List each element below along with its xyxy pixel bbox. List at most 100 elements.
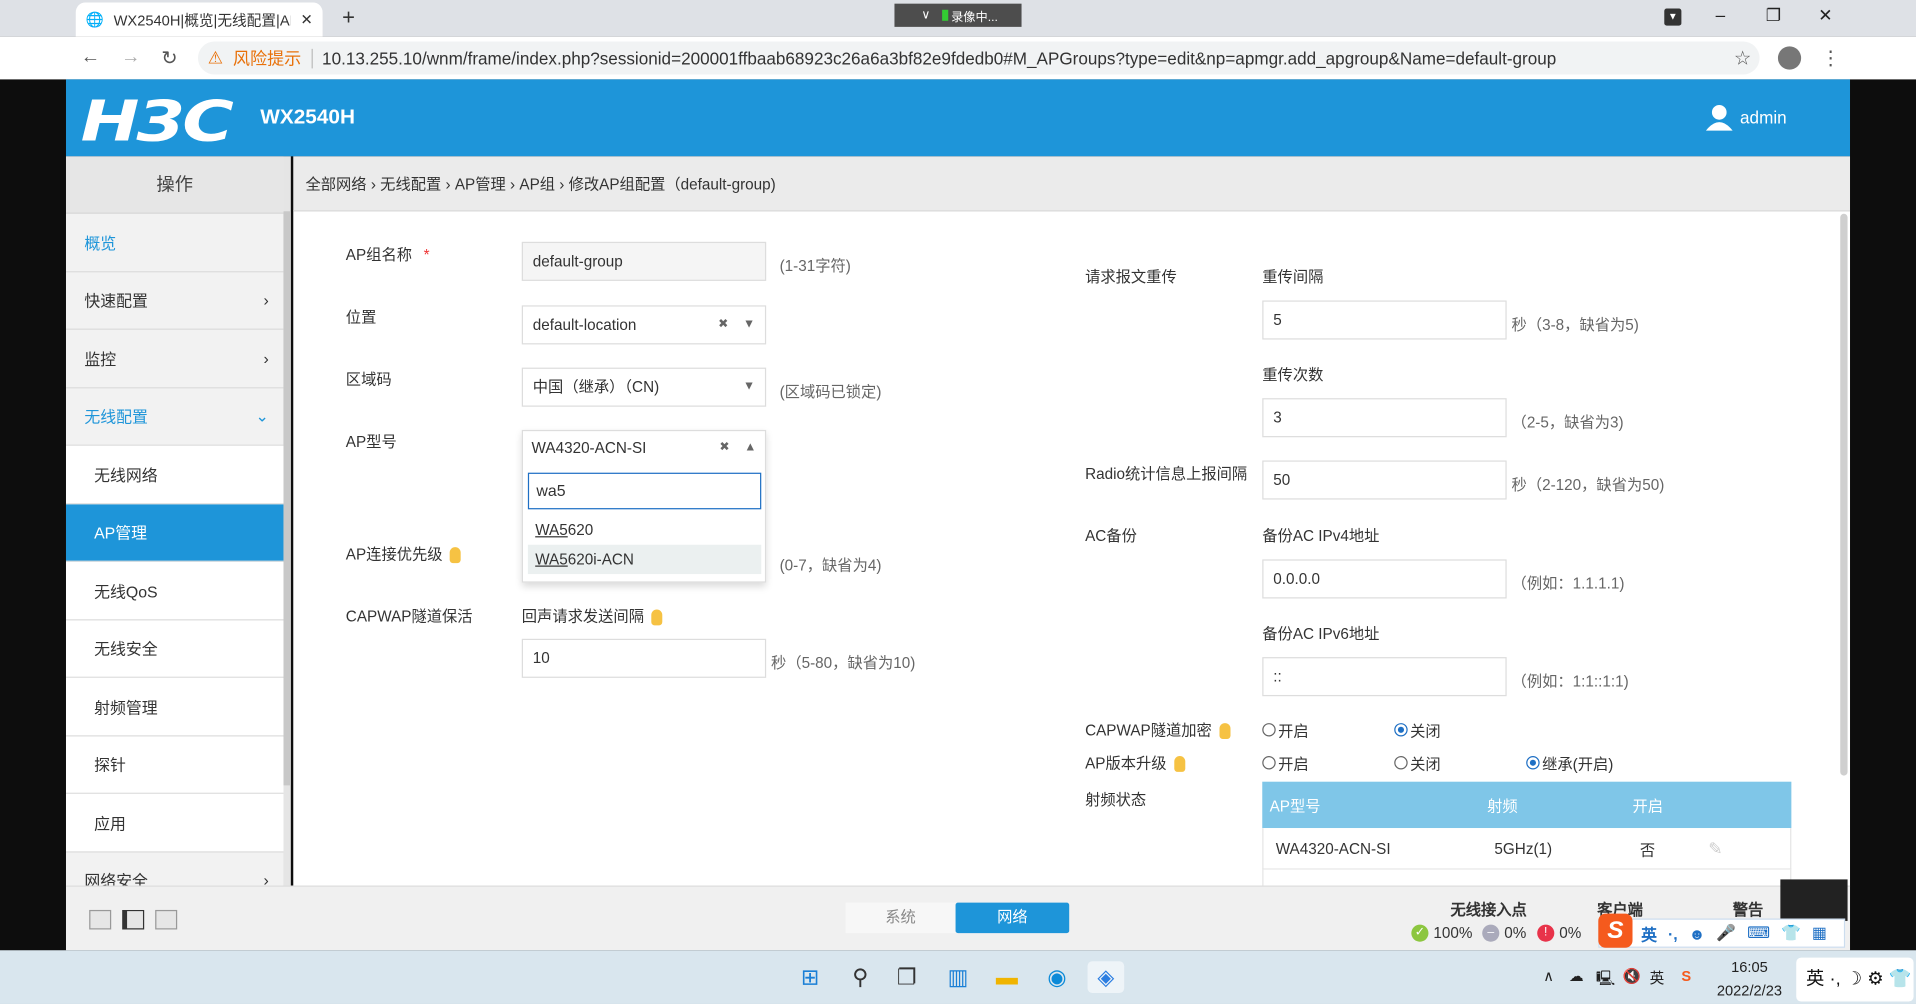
ime-status-box[interactable]: 英 ·, ☽ ⚙ 👕	[1796, 957, 1914, 1002]
ap-model-search-input[interactable]: wa5	[527, 472, 762, 510]
ime-toolbar[interactable]: 英 ·, ☻ 🎤 ⌨ 👕 ▦	[1598, 918, 1846, 948]
onedrive-icon[interactable]: ☁	[1569, 967, 1584, 984]
upgrade-on-radio[interactable]: 开启	[1262, 751, 1309, 774]
tray-chevron-icon[interactable]: ∧	[1543, 967, 1554, 984]
sidebar-item-overview[interactable]: 概览	[65, 214, 284, 272]
back-icon[interactable]: ←	[81, 46, 101, 68]
breadcrumb-item[interactable]: AP管理	[455, 176, 506, 193]
edge-icon[interactable]: ◉	[1041, 961, 1073, 993]
breadcrumb-item[interactable]: 无线配置	[380, 176, 441, 193]
close-window-icon[interactable]: ✕	[1818, 5, 1832, 26]
url-bar[interactable]: ⚠ 风险提示 10.13.255.10/wnm/frame/index.php?…	[197, 41, 1760, 75]
speaker-muted-icon[interactable]: 🔇	[1623, 967, 1641, 984]
retrans-count-input[interactable]: 3	[1262, 398, 1507, 438]
sidebar-item-application[interactable]: 应用	[65, 793, 284, 852]
sidebar-item-wireless-network[interactable]: 无线网络	[65, 445, 284, 504]
layout-full-icon[interactable]	[155, 909, 178, 930]
sidebar-item-wireless-qos[interactable]: 无线QoS	[65, 561, 284, 620]
task-view-icon[interactable]: ❐	[891, 961, 923, 993]
dropdown-arrow-icon[interactable]: ▼	[743, 369, 755, 406]
file-explorer-icon[interactable]: ▬	[991, 961, 1023, 993]
search-icon[interactable]: ⚲	[844, 961, 876, 993]
location-select[interactable]: default-location ✖ ▼	[521, 305, 767, 345]
tip-bulb-icon[interactable]	[651, 609, 663, 626]
sidebar-item-quick-config[interactable]: 快速配置 ›	[65, 272, 284, 330]
sidebar-scrollbar[interactable]	[283, 156, 291, 886]
cell-model: WA4320-ACN-SI	[1275, 839, 1391, 857]
keepalive-sublabel: 回声请求发送间隔	[522, 603, 663, 626]
tip-bulb-icon[interactable]	[449, 547, 461, 564]
url-text[interactable]: 10.13.255.10/wnm/frame/index.php?session…	[322, 48, 1556, 68]
layout-split-icon[interactable]	[89, 909, 112, 930]
sogou-logo-icon[interactable]: S	[1598, 913, 1633, 948]
tip-bulb-icon[interactable]	[1173, 756, 1185, 773]
forward-icon[interactable]: →	[121, 46, 141, 68]
close-tab-icon[interactable]: ✕	[301, 11, 313, 28]
sidebar-item-monitor[interactable]: 监控 ›	[65, 330, 284, 388]
retrans-label: 请求报文重传	[1085, 268, 1177, 286]
security-warning[interactable]: 风险提示	[233, 46, 301, 70]
backup-ipv4-input[interactable]: 0.0.0.0	[1262, 559, 1507, 599]
input-lang-icon[interactable]: 英	[1650, 967, 1665, 988]
sidebar-item-probe[interactable]: 探针	[65, 735, 284, 794]
tab-system[interactable]: 系统	[845, 902, 956, 934]
ap-fault-stat[interactable]: ! 0%	[1537, 924, 1581, 942]
sidebar-item-ap-management[interactable]: AP管理	[65, 503, 284, 562]
profile-icon[interactable]	[1777, 46, 1802, 70]
sidebar-item-radio-management[interactable]: 射频管理	[65, 677, 284, 736]
keepalive-interval-input[interactable]: 10	[521, 638, 767, 678]
sogou-tray-icon[interactable]: S	[1681, 967, 1691, 984]
new-tab-button[interactable]: +	[342, 5, 355, 31]
group-name-input[interactable]: default-group	[521, 241, 767, 281]
network-icon[interactable]: 🖳	[1596, 967, 1616, 993]
layout-sidebar-icon[interactable]	[122, 909, 145, 930]
browser-tab[interactable]: 🌐 WX2540H|概览|无线配置|AP ✕	[75, 2, 323, 37]
minimize-icon[interactable]: –	[1716, 5, 1726, 25]
ipv6-label: 备份AC IPv6地址	[1262, 625, 1380, 643]
active-app-icon[interactable]: ◈	[1087, 961, 1125, 993]
tip-bulb-icon[interactable]	[1219, 723, 1231, 740]
encrypt-on-radio[interactable]: 开启	[1262, 718, 1309, 741]
sidebar-item-wireless-config[interactable]: 无线配置 ⌄	[65, 388, 284, 446]
tab-network[interactable]: 网络	[955, 902, 1070, 934]
ap-model-select[interactable]: WA4320-ACN-SI ✖ ▲	[522, 430, 766, 469]
upgrade-inherit-radio[interactable]: 继承(开启)	[1526, 751, 1613, 774]
content-scrollbar[interactable]	[1840, 213, 1848, 776]
encrypt-off-radio[interactable]: 关闭	[1394, 718, 1441, 741]
upgrade-off-radio[interactable]: 关闭	[1394, 751, 1441, 774]
recording-widget[interactable]: ∨ 录像中...	[894, 3, 1022, 27]
dropdown-arrow-up-icon[interactable]: ▲	[744, 430, 756, 467]
breadcrumb: 全部网络 › 无线配置 › AP管理 › AP组 › 修改AP组配置（defau…	[293, 156, 1851, 212]
sidebar-item-wireless-security[interactable]: 无线安全	[65, 619, 284, 678]
ap-model-option-highlighted[interactable]: WA5620i-ACN	[527, 544, 762, 575]
bookmark-star-icon[interactable]: ☆	[1734, 46, 1752, 70]
breadcrumb-item[interactable]: AP组	[519, 176, 555, 193]
breadcrumb-item[interactable]: 全部网络	[305, 176, 366, 193]
sidebar-item-network-security[interactable]: 网络安全 ›	[66, 852, 284, 885]
ap-model-option[interactable]: WA5620	[528, 515, 761, 544]
start-icon[interactable]: ⊞	[794, 961, 826, 993]
clock[interactable]: 16:05 2022/2/23	[1717, 956, 1782, 1002]
restore-icon[interactable]: ❐	[1766, 5, 1781, 26]
retrans-interval-input[interactable]: 5	[1262, 300, 1507, 340]
backup-ipv6-input[interactable]: ::	[1262, 657, 1507, 697]
user-menu[interactable]: admin	[1705, 104, 1787, 131]
recording-dot-icon	[942, 9, 949, 21]
edit-icon[interactable]: ✎	[1708, 838, 1722, 859]
radio-stats-input[interactable]: 50	[1262, 460, 1507, 500]
tab-search-icon[interactable]: ▼	[1664, 8, 1682, 26]
cell-enabled: 否	[1639, 841, 1656, 859]
clear-icon[interactable]: ✖	[719, 430, 729, 467]
dropdown-arrow-icon[interactable]: ▼	[743, 307, 755, 344]
ime-lang: 英	[1806, 968, 1825, 990]
chevron-down-icon[interactable]: ∨	[921, 9, 930, 22]
widgets-icon[interactable]: ▥	[942, 961, 974, 993]
device-model: WX2540H	[260, 105, 355, 129]
region-select[interactable]: 中国（继承）（CN) ▼	[521, 367, 767, 407]
ap-idle-stat[interactable]: –0%	[1482, 924, 1526, 942]
ap-online-stat[interactable]: ✓ 100%	[1411, 924, 1472, 942]
menu-icon[interactable]: ⋮	[1821, 46, 1841, 70]
clear-icon[interactable]: ✖	[718, 307, 728, 344]
ap-stats-label: 无线接入点	[1450, 901, 1527, 919]
reload-icon[interactable]: ↻	[161, 46, 177, 70]
